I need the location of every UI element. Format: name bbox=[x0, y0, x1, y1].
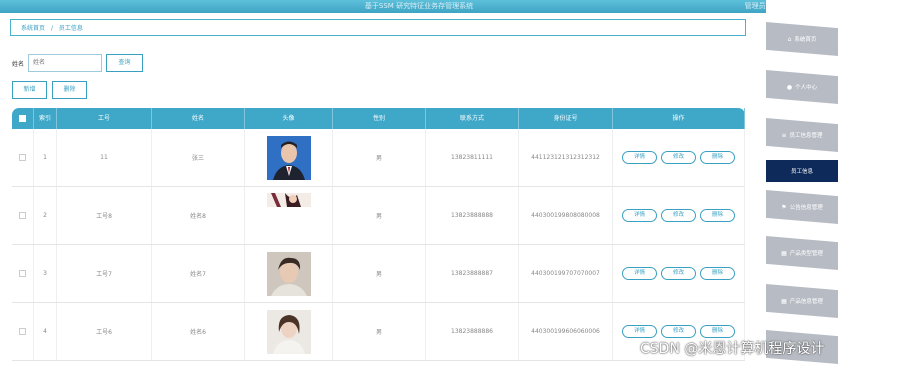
sidebar-item-employee-management[interactable]: ≡ 员工信息管理 bbox=[766, 118, 838, 152]
avatar bbox=[266, 193, 311, 207]
breadcrumb-home[interactable]: 系统首页 bbox=[21, 25, 45, 32]
top-header-bar: 基于SSM 研究特征业务存管理系统 管理员 admin 退出登录 bbox=[0, 0, 838, 13]
batch-delete-button[interactable]: 删除 bbox=[52, 81, 87, 99]
cell-index: 3 bbox=[34, 245, 57, 302]
name-search-input[interactable] bbox=[28, 54, 103, 72]
cell-name: 姓名6 bbox=[152, 303, 245, 360]
header-index: 索引 bbox=[34, 108, 57, 129]
edit-button[interactable]: 修改 bbox=[661, 325, 696, 338]
delete-button[interactable]: 删除 bbox=[700, 325, 735, 338]
search-bar: 姓名 查询 bbox=[12, 54, 144, 72]
employee-table: 索引 工号 姓名 头像 性别 联系方式 身份证号 操作 1 11 张三 男 13… bbox=[12, 108, 745, 366]
table-row: 3 工号7 姓名7 男 13823888887 4403001997070700… bbox=[12, 245, 745, 303]
cell-index: 2 bbox=[34, 187, 57, 244]
sidebar-nav: ⌂ 系统首页 ● 个人中心 ≡ 员工信息管理 员工信息 ⚑ 公告信息管理 ▦ 产… bbox=[766, 0, 838, 366]
cell-phone: 13823888888 bbox=[426, 187, 519, 244]
flag-icon: ⚑ bbox=[781, 203, 787, 211]
search-button[interactable]: 查询 bbox=[106, 54, 144, 72]
cell-name: 姓名8 bbox=[152, 187, 245, 244]
avatar bbox=[266, 135, 311, 180]
cell-job-no: 工号8 bbox=[57, 187, 152, 244]
cell-name: 姓名7 bbox=[152, 245, 245, 302]
detail-button[interactable]: 详情 bbox=[622, 209, 657, 222]
sidebar-item-product-type-management[interactable]: ▦ 产品类型管理 bbox=[766, 236, 838, 270]
right-blank-area bbox=[838, 0, 904, 366]
table-operations: 新增 删除 bbox=[12, 81, 92, 99]
sidebar-item-employee-info[interactable]: 员工信息 bbox=[766, 160, 838, 182]
cell-gender: 男 bbox=[333, 187, 426, 244]
edit-button[interactable]: 修改 bbox=[661, 267, 696, 280]
list-icon: ≡ bbox=[781, 131, 787, 139]
cell-phone: 13823888886 bbox=[426, 303, 519, 360]
name-search-label: 姓名 bbox=[12, 60, 25, 68]
cell-job-no: 工号6 bbox=[57, 303, 152, 360]
cell-gender: 男 bbox=[333, 245, 426, 302]
header-id-card: 身份证号 bbox=[519, 108, 613, 129]
cell-id-card: 440300199808080008 bbox=[519, 187, 613, 244]
cell-id-card: 441123121312312312 bbox=[519, 129, 613, 186]
cell-phone: 13823888887 bbox=[426, 245, 519, 302]
cell-job-no: 工号7 bbox=[57, 245, 152, 302]
header-name: 姓名 bbox=[152, 108, 245, 129]
sidebar-item-label: 产品信息管理 bbox=[789, 299, 823, 305]
row-checkbox[interactable] bbox=[19, 212, 26, 219]
sidebar-item-label: 系统首页 bbox=[794, 37, 817, 43]
detail-button[interactable]: 详情 bbox=[622, 267, 657, 280]
header-avatar: 头像 bbox=[245, 108, 333, 129]
edit-button[interactable]: 修改 bbox=[661, 209, 696, 222]
cell-index: 4 bbox=[34, 303, 57, 360]
breadcrumb: 系统首页 / 员工信息 bbox=[10, 19, 746, 36]
table-header: 索引 工号 姓名 头像 性别 联系方式 身份证号 操作 bbox=[12, 108, 745, 129]
sidebar-item-label: 个人中心 bbox=[795, 85, 818, 91]
sidebar-item-notice-management[interactable]: ⚑ 公告信息管理 bbox=[766, 190, 838, 224]
sidebar-item-label: 员工信息 bbox=[790, 169, 813, 175]
edit-button[interactable]: 修改 bbox=[661, 151, 696, 164]
header-gender: 性别 bbox=[333, 108, 426, 129]
sidebar-item-label: 公告信息管理 bbox=[789, 205, 823, 211]
cell-phone: 13823811111 bbox=[426, 129, 519, 186]
header-actions: 操作 bbox=[613, 108, 745, 129]
detail-button[interactable]: 详情 bbox=[622, 151, 657, 164]
header-select-all[interactable] bbox=[12, 108, 34, 129]
cell-gender: 男 bbox=[333, 129, 426, 186]
table-row: 1 11 张三 男 13823811111 441123121312312312… bbox=[12, 129, 745, 187]
cell-id-card: 440300199606060006 bbox=[519, 303, 613, 360]
cell-name: 张三 bbox=[152, 129, 245, 186]
delete-button[interactable]: 删除 bbox=[700, 209, 735, 222]
sidebar-item-label: 产品类型管理 bbox=[789, 251, 823, 257]
row-checkbox[interactable] bbox=[19, 328, 26, 335]
grid-icon: ▦ bbox=[781, 249, 787, 257]
sidebar-item-product-info-management[interactable]: ▦ 产品信息管理 bbox=[766, 284, 838, 318]
avatar bbox=[266, 251, 311, 296]
home-icon: ⌂ bbox=[787, 35, 792, 43]
cell-index: 1 bbox=[34, 129, 57, 186]
avatar bbox=[266, 309, 311, 354]
header-job-no: 工号 bbox=[57, 108, 152, 129]
delete-button[interactable]: 删除 bbox=[700, 267, 735, 280]
row-checkbox[interactable] bbox=[19, 270, 26, 277]
sidebar-item-profile[interactable]: ● 个人中心 bbox=[766, 70, 838, 104]
grid-icon: ▦ bbox=[781, 297, 787, 305]
table-row: 4 工号6 姓名6 男 13823888886 4403001996060600… bbox=[12, 303, 745, 361]
system-title: 基于SSM 研究特征业务存管理系统 bbox=[364, 2, 474, 10]
header-phone: 联系方式 bbox=[426, 108, 519, 129]
row-checkbox[interactable] bbox=[19, 154, 26, 161]
user-icon: ● bbox=[786, 83, 793, 91]
add-button[interactable]: 新增 bbox=[12, 81, 47, 99]
table-row: 2 工号8 姓名8 男 13823888888 4403001998080800… bbox=[12, 187, 745, 245]
cell-gender: 男 bbox=[333, 303, 426, 360]
sidebar-item-label: 员工信息管理 bbox=[789, 133, 823, 139]
breadcrumb-current: 员工信息 bbox=[58, 25, 83, 32]
select-all-checkbox[interactable] bbox=[19, 115, 26, 122]
breadcrumb-separator: / bbox=[50, 25, 53, 32]
cell-id-card: 440300199707070007 bbox=[519, 245, 613, 302]
watermark: CSDN @米恩计算机程序设计 bbox=[640, 341, 825, 357]
delete-button[interactable]: 删除 bbox=[700, 151, 735, 164]
sidebar-item-home[interactable]: ⌂ 系统首页 bbox=[766, 22, 838, 56]
detail-button[interactable]: 详情 bbox=[622, 325, 657, 338]
cell-job-no: 11 bbox=[57, 129, 152, 186]
